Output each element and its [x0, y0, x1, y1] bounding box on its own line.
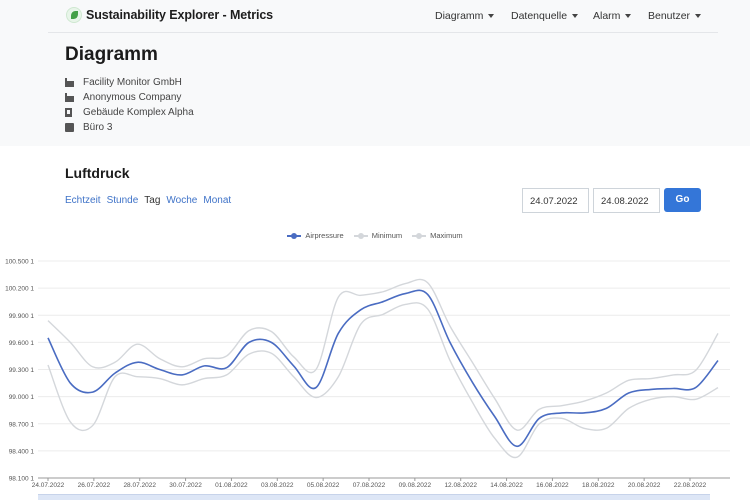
x-tick-label: 12.08.2022	[444, 482, 477, 489]
x-tick-label: 03.08.2022	[261, 482, 294, 489]
zoom-slider[interactable]	[38, 494, 710, 500]
x-tick-label: 30.07.2022	[169, 482, 202, 489]
y-tick-label: 100.200 1	[5, 286, 34, 293]
x-tick-label: 20.08.2022	[628, 482, 661, 489]
y-tick-label: 98.700 1	[9, 421, 35, 428]
x-tick-label: 07.08.2022	[353, 482, 386, 489]
y-tick-label: 99.600 1	[9, 340, 35, 347]
y-tick-label: 98.100 1	[9, 476, 35, 483]
y-tick-label: 99.000 1	[9, 394, 35, 401]
x-tick-label: 28.07.2022	[123, 482, 156, 489]
x-tick-label: 05.08.2022	[307, 482, 340, 489]
y-tick-label: 98.400 1	[9, 448, 35, 455]
x-tick-label: 16.08.2022	[536, 482, 569, 489]
line-chart: 100.500 1 100.200 1 99.900 1 99.600 1 99.300…	[5, 259, 730, 489]
y-tick-label: 99.900 1	[9, 313, 35, 320]
x-tick-label: 01.08.2022	[215, 482, 248, 489]
y-tick-label: 100.500 1	[5, 259, 34, 266]
x-tick-label: 18.08.2022	[582, 482, 615, 489]
x-tick-label: 14.08.2022	[490, 482, 523, 489]
x-tick-label: 26.07.2022	[78, 482, 111, 489]
y-tick-label: 99.300 1	[9, 367, 35, 374]
series-line-minimum	[47, 302, 719, 459]
x-tick-label: 22.08.2022	[674, 482, 707, 489]
x-tick-label: 09.08.2022	[399, 482, 432, 489]
x-tick-label: 24.07.2022	[32, 482, 65, 489]
